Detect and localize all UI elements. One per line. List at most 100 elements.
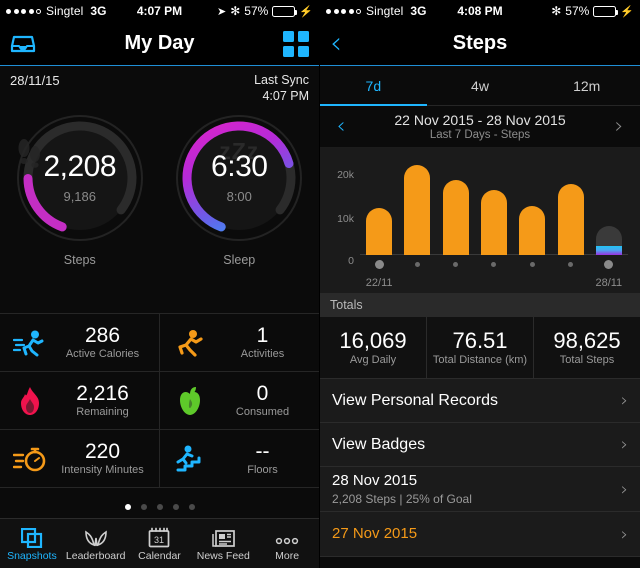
- more-icon: [275, 526, 299, 548]
- chart-bar[interactable]: [366, 208, 392, 256]
- y-tick-10k: 10k: [337, 213, 354, 225]
- apple-icon: [168, 381, 212, 421]
- total-avg-daily: 16,069 Avg Daily: [320, 317, 426, 378]
- page-dot[interactable]: [125, 504, 131, 510]
- battery-percent: 57%: [565, 4, 589, 18]
- tab-label: News Feed: [197, 550, 250, 562]
- total-label: Avg Daily: [350, 354, 396, 367]
- calendar-icon: 31: [148, 526, 170, 548]
- chart-bar[interactable]: [404, 165, 430, 255]
- chart-bar[interactable]: [519, 206, 545, 255]
- steps-bar-chart[interactable]: 20k 10k 0: [320, 148, 640, 293]
- date-range-nav: ‹ 22 Nov 2015 - 28 Nov 2015 Last 7 Days …: [320, 106, 640, 148]
- tab-label: 4w: [471, 78, 489, 94]
- stat-active-calories[interactable]: 286 Active Calories: [0, 314, 159, 371]
- ring-sleep[interactable]: zZz 6:30 8:00 Sleep: [160, 108, 320, 313]
- signal-dots-icon: [326, 9, 361, 14]
- page-dot[interactable]: [141, 504, 147, 510]
- sleep-label: Sleep: [223, 253, 255, 267]
- tab-12m[interactable]: 12m: [533, 66, 640, 105]
- phone-screen-steps: Singtel 3G 4:08 PM ✻ 57% ⚡ ‹ Steps 7d 4w…: [320, 0, 640, 568]
- stairs-icon: [168, 439, 212, 479]
- stat-label: Activities: [212, 348, 313, 360]
- list-item-personal-records[interactable]: View Personal Records ›: [320, 379, 640, 423]
- x-tick-label: [437, 277, 475, 289]
- stat-consumed[interactable]: 0 Consumed: [159, 372, 319, 429]
- day-dot[interactable]: [491, 262, 496, 267]
- tab-news-feed[interactable]: News Feed: [191, 519, 255, 568]
- location-arrow-icon: ➤: [217, 5, 226, 18]
- back-button[interactable]: ‹: [330, 29, 342, 59]
- leaderboard-icon: [84, 526, 108, 548]
- x-axis-labels: 22/11 28/11: [360, 277, 628, 289]
- stat-label: Floors: [212, 464, 313, 476]
- bluetooth-icon: ✻: [230, 4, 240, 18]
- tab-7d[interactable]: 7d: [320, 66, 427, 105]
- bar-column: [360, 160, 398, 255]
- day-dot[interactable]: [604, 260, 613, 269]
- signal-dots-icon: [6, 9, 41, 14]
- day-dot[interactable]: [415, 262, 420, 267]
- carrier-name: Singtel: [366, 4, 403, 18]
- page-dot[interactable]: [189, 504, 195, 510]
- charging-bolt-icon: ⚡: [299, 5, 313, 18]
- phone-screen-my-day: Singtel 3G 4:07 PM ➤ ✻ 57% ⚡ My Day: [0, 0, 320, 568]
- last-sync-time: 4:07 PM: [254, 89, 309, 105]
- bluetooth-icon: ✻: [551, 4, 561, 18]
- chart-bar[interactable]: [558, 184, 584, 255]
- day-dot[interactable]: [375, 260, 384, 269]
- list-item-day-27-nov[interactable]: 27 Nov 2015 ›: [320, 512, 640, 557]
- stat-intensity-minutes[interactable]: 220 Intensity Minutes: [0, 430, 159, 487]
- snapshots-icon: [21, 526, 43, 548]
- grid-view-button[interactable]: [283, 31, 309, 57]
- chart-day-dots: [360, 259, 628, 269]
- nav-bar-left: My Day: [0, 22, 319, 66]
- day-dot[interactable]: [568, 262, 573, 267]
- steps-goal: 9,186: [63, 189, 96, 204]
- tab-label: Leaderboard: [66, 550, 126, 562]
- period-tabs: 7d 4w 12m: [320, 66, 640, 106]
- chevron-left-icon[interactable]: ‹: [330, 114, 352, 139]
- chevron-right-icon: ›: [621, 479, 628, 500]
- chart-bar-today[interactable]: [596, 226, 622, 255]
- network-type: 3G: [90, 4, 106, 18]
- svg-text:31: 31: [154, 535, 164, 545]
- total-value: 16,069: [339, 329, 406, 352]
- tab-4w[interactable]: 4w: [427, 66, 534, 105]
- page-dot[interactable]: [173, 504, 179, 510]
- day-dot[interactable]: [453, 262, 458, 267]
- stat-label: Active Calories: [52, 348, 153, 360]
- bar-column: [551, 160, 589, 255]
- day-dot[interactable]: [530, 262, 535, 267]
- list-item-badges[interactable]: View Badges ›: [320, 423, 640, 467]
- chart-bar[interactable]: [443, 180, 469, 255]
- tab-label: Snapshots: [7, 550, 57, 562]
- tab-calendar[interactable]: 31 Calendar: [128, 519, 192, 568]
- tab-more[interactable]: More: [255, 519, 319, 568]
- inbox-button[interactable]: [10, 33, 36, 55]
- tab-leaderboard[interactable]: Leaderboard: [64, 519, 128, 568]
- stat-value: 0: [257, 382, 269, 405]
- day-detail: 2,208 Steps | 25% of Goal: [332, 492, 621, 506]
- y-axis: 20k 10k 0: [328, 156, 358, 293]
- flame-icon: [8, 381, 52, 421]
- chevron-right-icon[interactable]: ›: [608, 114, 630, 139]
- ring-steps[interactable]: 2,208 9,186 Steps: [0, 108, 160, 313]
- x-tick-label: [398, 277, 436, 289]
- list-item-day-28-nov[interactable]: 28 Nov 2015 2,208 Steps | 25% of Goal ›: [320, 467, 640, 512]
- day-date: 28 Nov 2015: [332, 472, 621, 489]
- tab-snapshots[interactable]: Snapshots: [0, 519, 64, 568]
- stat-activities[interactable]: 1 Activities: [159, 314, 319, 371]
- chart-bar[interactable]: [481, 190, 507, 255]
- stat-floors[interactable]: -- Floors: [159, 430, 319, 487]
- stat-value: --: [256, 440, 270, 463]
- total-label: Total Distance (km): [433, 354, 527, 367]
- stat-remaining[interactable]: 2,216 Remaining: [0, 372, 159, 429]
- activity-runner-icon: [168, 323, 212, 363]
- battery-percent: 57%: [244, 4, 268, 18]
- page-dot[interactable]: [157, 504, 163, 510]
- carrier-name: Singtel: [46, 4, 83, 18]
- y-tick-0: 0: [348, 255, 354, 267]
- status-bar-left: Singtel 3G 4:07 PM ➤ ✻ 57% ⚡: [0, 0, 319, 22]
- day-header: 28/11/15 Last Sync 4:07 PM: [0, 66, 319, 108]
